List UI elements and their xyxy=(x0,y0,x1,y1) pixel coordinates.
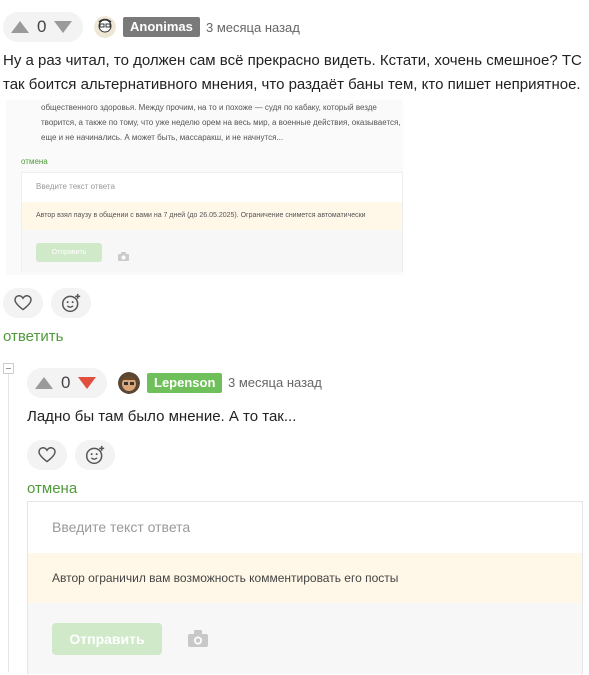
thread-line xyxy=(8,372,9,672)
comment-time: 3 месяца назад xyxy=(228,375,322,390)
downvote-icon[interactable] xyxy=(78,377,97,389)
cancel-link[interactable]: отмена xyxy=(27,480,77,497)
avatar[interactable] xyxy=(118,372,140,394)
upvote-icon[interactable] xyxy=(35,377,53,389)
vote-control: 0 xyxy=(3,12,83,42)
screenshot-footer: Отправить xyxy=(22,230,402,272)
screenshot-cancel-link: отмена xyxy=(21,157,48,166)
downvote-icon[interactable] xyxy=(54,21,73,33)
camera-icon xyxy=(118,248,129,266)
restriction-notice: Автор ограничил вам возможность комменти… xyxy=(28,553,582,603)
comment-text: Ладно бы там было мнение. А то так... xyxy=(27,408,297,425)
vote-control: 0 xyxy=(27,368,107,398)
send-button[interactable]: Отправить xyxy=(52,623,162,655)
reply-input[interactable]: Введите текст ответа xyxy=(52,519,190,535)
vote-score: 0 xyxy=(61,373,71,392)
emoji-add-icon xyxy=(85,445,105,465)
emoji-reaction-button[interactable] xyxy=(51,288,91,318)
screenshot-reply-box: Введите текст ответа Автор взял паузу в … xyxy=(21,172,403,272)
comment-time: 3 месяца назад xyxy=(206,20,300,35)
vote-score: 0 xyxy=(37,17,47,36)
collapse-thread-button[interactable] xyxy=(3,363,14,374)
heart-icon xyxy=(14,295,32,311)
author-badge[interactable]: Anonimas xyxy=(123,17,200,37)
emoji-add-icon xyxy=(61,293,81,313)
comment-text: Ну а раз читал, то должен сам всё прекра… xyxy=(3,52,582,93)
like-button[interactable] xyxy=(27,440,67,470)
camera-icon[interactable] xyxy=(188,630,208,652)
reply-link[interactable]: ответить xyxy=(3,328,63,345)
upvote-icon[interactable] xyxy=(11,21,29,33)
emoji-reaction-button[interactable] xyxy=(75,440,115,470)
screenshot-text: общественного здоровья. Между прочим, на… xyxy=(41,103,401,142)
heart-icon xyxy=(38,447,56,463)
avatar[interactable] xyxy=(94,16,116,38)
screenshot-notice: Автор взял паузу в общении с вами на 7 д… xyxy=(22,202,402,230)
screenshot-send-button: Отправить xyxy=(36,243,102,262)
screenshot-placeholder: Введите текст ответа xyxy=(36,182,115,191)
like-button[interactable] xyxy=(3,288,43,318)
reply-footer: Отправить xyxy=(28,603,582,674)
reply-form: Введите текст ответа Автор ограничил вам… xyxy=(27,501,583,674)
comment-screenshot: общественного здоровья. Между прочим, на… xyxy=(6,100,403,275)
author-badge[interactable]: Lepenson xyxy=(147,373,223,393)
